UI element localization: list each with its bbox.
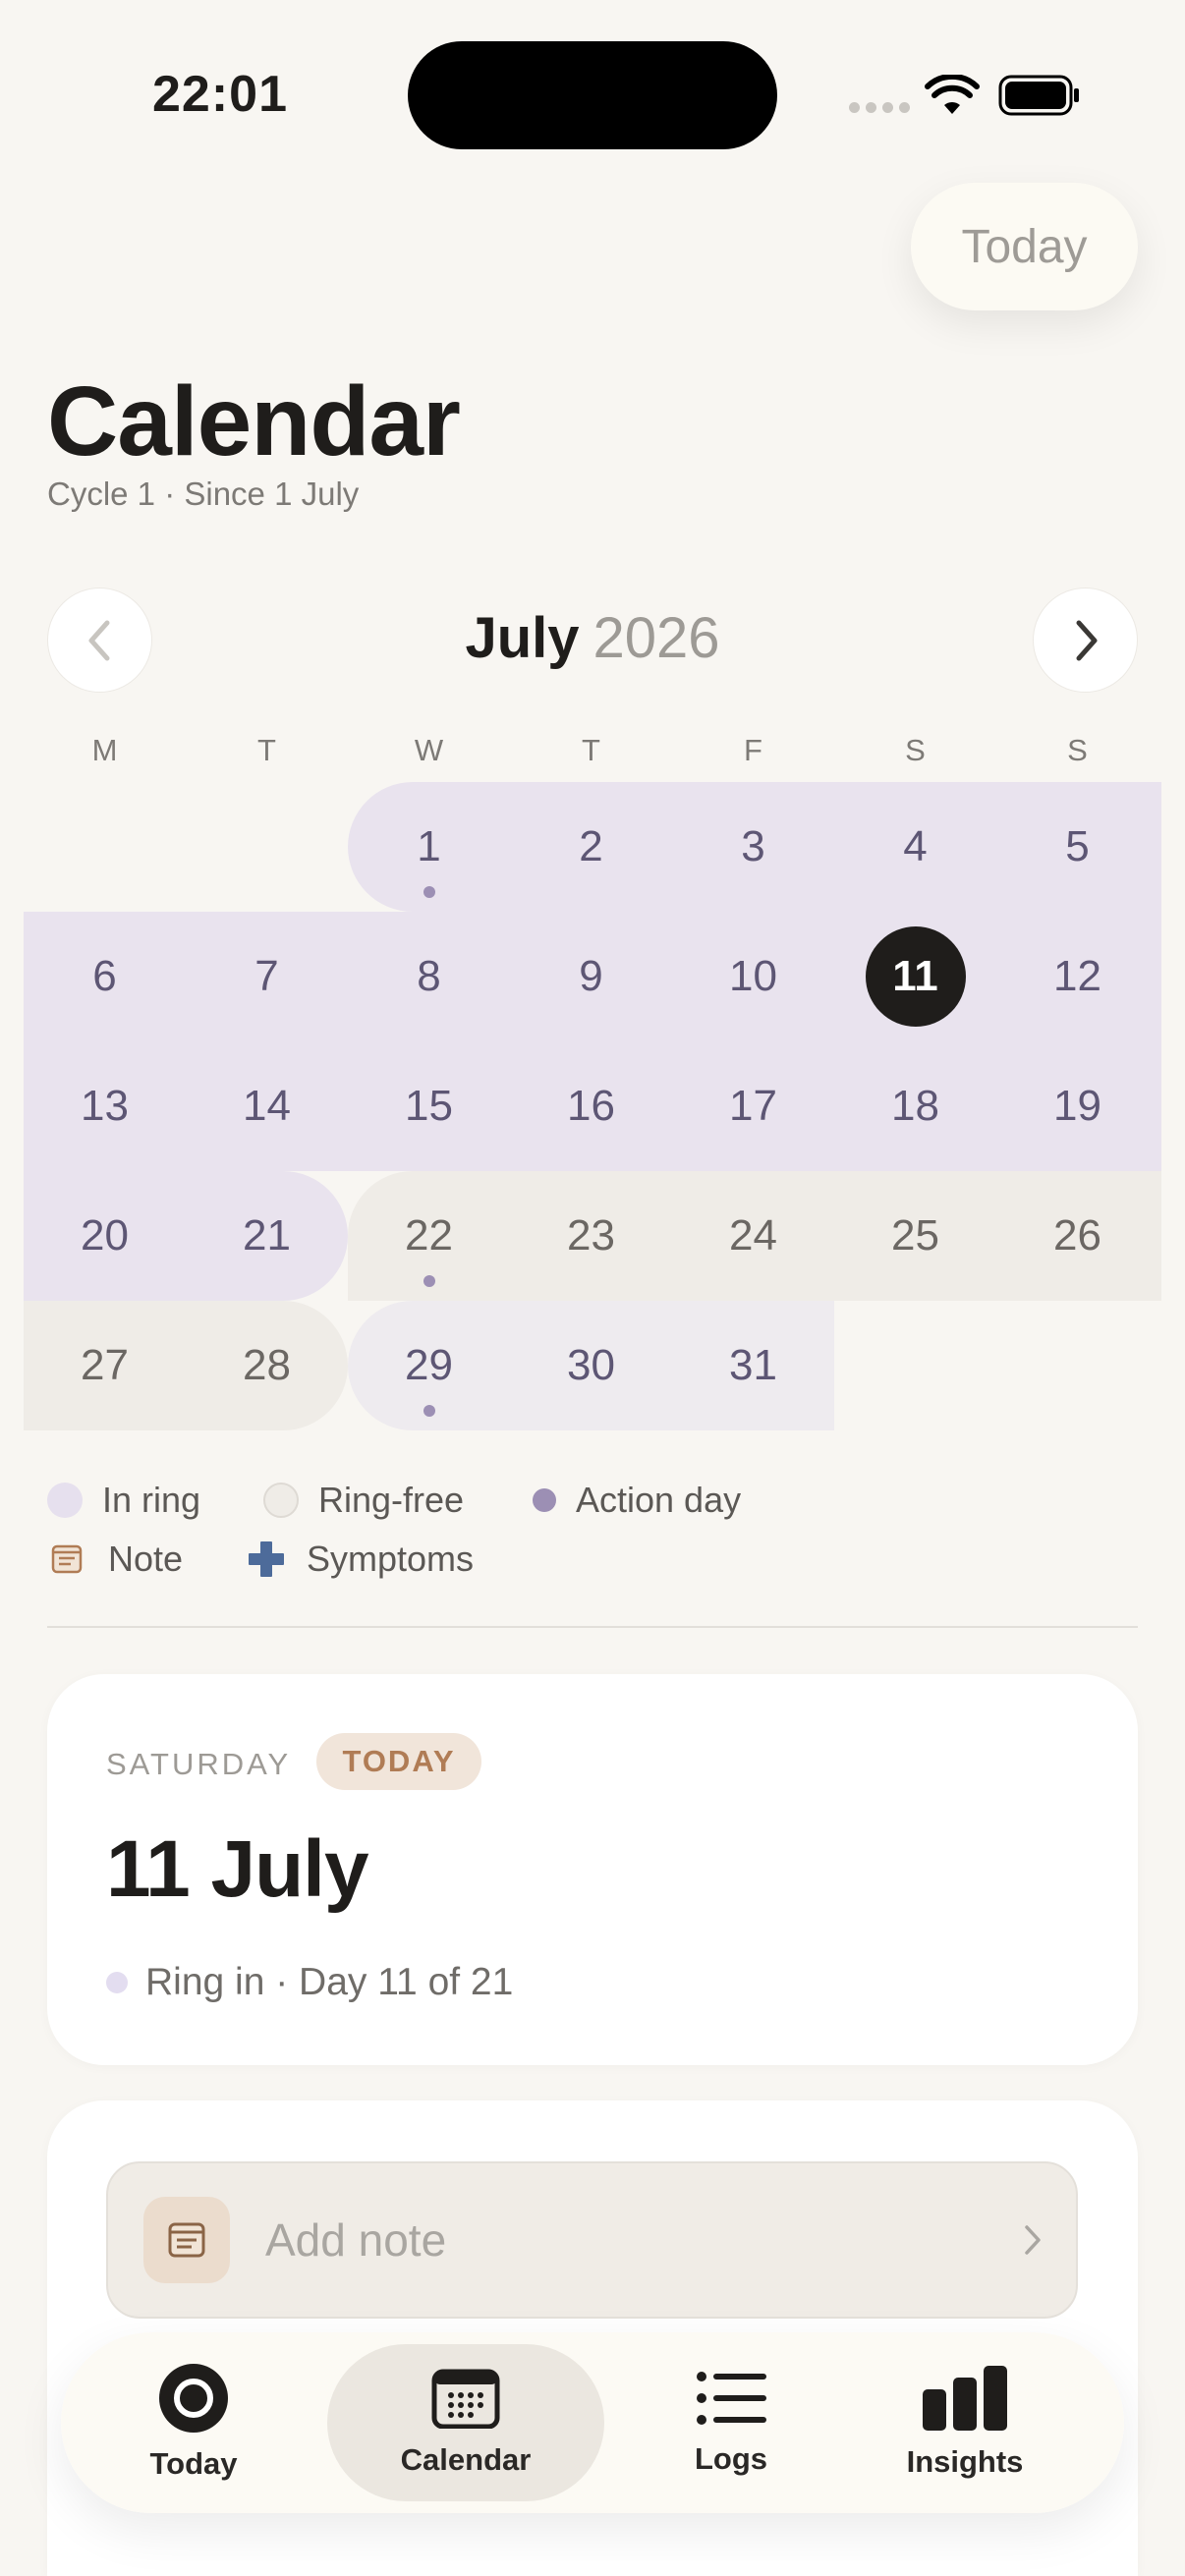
calendar-day[interactable]: 18 xyxy=(834,1041,996,1171)
ring-icon xyxy=(159,2364,228,2433)
action-day-dot xyxy=(423,1275,435,1287)
calendar-day[interactable]: 7 xyxy=(186,912,348,1041)
weekday-label: M xyxy=(91,733,118,767)
divider xyxy=(47,1626,1138,1628)
calendar-day[interactable]: 27 xyxy=(24,1301,186,1430)
month-label: July 2026 xyxy=(0,605,1185,671)
legend-in-ring: In ring xyxy=(47,1480,200,1521)
weekday-label: T xyxy=(582,733,600,767)
calendar-day[interactable]: 21 xyxy=(186,1171,348,1301)
symptoms-plus-icon xyxy=(249,1541,284,1577)
dynamic-island xyxy=(408,41,777,149)
legend-action-day: Action day xyxy=(533,1480,741,1521)
action-day-dot xyxy=(423,886,435,898)
action-day-dot xyxy=(423,1405,435,1417)
calendar-day[interactable]: 12 xyxy=(996,912,1158,1041)
calendar-day[interactable]: 20 xyxy=(24,1171,186,1301)
calendar-day[interactable]: 24 xyxy=(672,1171,834,1301)
legend-ring-free: Ring-free xyxy=(263,1480,464,1521)
calendar-day[interactable]: 28 xyxy=(186,1301,348,1430)
calendar-icon xyxy=(431,2369,500,2429)
calendar-day[interactable]: 19 xyxy=(996,1041,1158,1171)
calendar-day[interactable]: 31 xyxy=(672,1301,834,1430)
chevron-right-icon xyxy=(1025,2225,1041,2255)
page-title: Calendar xyxy=(47,366,461,476)
calendar-day[interactable]: 10 xyxy=(672,912,834,1041)
calendar-day-selected[interactable]: 11 xyxy=(834,912,996,1041)
ring-status: Ring in · Day 11 of 21 xyxy=(106,1961,513,2004)
calendar-day[interactable]: 5 xyxy=(996,782,1158,912)
weekday-label: S xyxy=(1067,733,1088,767)
note-icon xyxy=(143,2197,230,2283)
calendar-day[interactable]: 9 xyxy=(510,912,672,1041)
tab-calendar[interactable]: Calendar xyxy=(327,2344,604,2501)
note-icon xyxy=(51,1544,83,1574)
weekday-label: T xyxy=(257,733,276,767)
today-button[interactable]: Today xyxy=(911,183,1138,310)
day-weekday: SATURDAY xyxy=(106,1747,292,1781)
month-name: July xyxy=(465,606,580,670)
calendar-day[interactable]: 4 xyxy=(834,782,996,912)
ring-status-dot-icon xyxy=(106,1972,128,1993)
add-note-button[interactable]: Add note xyxy=(106,2161,1078,2319)
weekday-label: W xyxy=(414,733,444,767)
next-month-button[interactable] xyxy=(1033,588,1138,693)
calendar-day[interactable]: 1 xyxy=(348,782,510,912)
calendar-day[interactable]: 8 xyxy=(348,912,510,1041)
tab-logs[interactable]: Logs xyxy=(643,2344,819,2501)
calendar-day[interactable]: 23 xyxy=(510,1171,672,1301)
selected-date: 11 July xyxy=(106,1824,369,1914)
ring-free-swatch-icon xyxy=(263,1483,299,1518)
action-day-dot-icon xyxy=(533,1488,556,1512)
calendar-day[interactable]: 26 xyxy=(996,1171,1158,1301)
add-note-label: Add note xyxy=(265,2214,447,2266)
calendar-day[interactable]: 13 xyxy=(24,1041,186,1171)
calendar-day[interactable]: 22 xyxy=(348,1171,510,1301)
wifi-icon xyxy=(925,75,980,114)
month-year: 2026 xyxy=(592,606,720,670)
battery-icon xyxy=(998,75,1079,116)
legend-note: Note xyxy=(51,1539,183,1580)
list-icon xyxy=(697,2372,766,2425)
weekday-label: S xyxy=(905,733,926,767)
tab-today[interactable]: Today xyxy=(100,2344,287,2501)
legend-symptoms: Symptoms xyxy=(248,1539,474,1580)
calendar-day[interactable]: 2 xyxy=(510,782,672,912)
in-ring-swatch-icon xyxy=(47,1483,83,1518)
calendar-day[interactable]: 17 xyxy=(672,1041,834,1171)
page-subtitle: Cycle 1 · Since 1 July xyxy=(47,476,360,512)
calendar-day[interactable]: 3 xyxy=(672,782,834,912)
calendar-day[interactable]: 15 xyxy=(348,1041,510,1171)
calendar-day[interactable]: 29 xyxy=(348,1301,510,1430)
calendar-day[interactable]: 6 xyxy=(24,912,186,1041)
chevron-right-icon xyxy=(1076,620,1097,660)
cellular-signal-icon xyxy=(849,102,910,113)
calendar-day[interactable]: 25 xyxy=(834,1171,996,1301)
status-time: 22:01 xyxy=(152,66,288,123)
today-badge: TODAY xyxy=(316,1733,481,1790)
calendar-day[interactable]: 30 xyxy=(510,1301,672,1430)
calendar-day[interactable]: 16 xyxy=(510,1041,672,1171)
calendar-day[interactable]: 14 xyxy=(186,1041,348,1171)
tab-insights[interactable]: Insights xyxy=(867,2344,1063,2501)
weekday-label: F xyxy=(744,733,762,767)
tab-bar: Today Calendar Logs Insights xyxy=(61,2332,1124,2513)
bar-chart-icon xyxy=(923,2366,1007,2431)
